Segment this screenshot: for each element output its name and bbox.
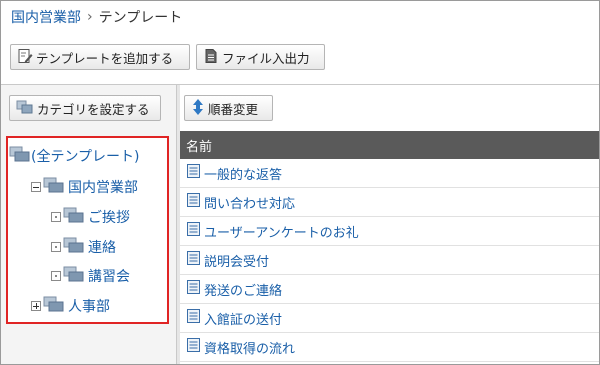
file-io-label: ファイル入出力 (222, 50, 310, 66)
folder-icon (9, 146, 31, 166)
folder-icon (63, 266, 85, 286)
folder-icon (43, 177, 65, 197)
tree-item-label: 連絡 (88, 240, 116, 256)
column-header-label: 名前 (186, 139, 213, 155)
leaf-toggle-icon (51, 271, 61, 281)
set-category-label: カテゴリを設定する (37, 101, 150, 117)
tree-item-hr[interactable]: 人事部 (31, 296, 110, 316)
tree-item-contact[interactable]: 連絡 (51, 237, 116, 257)
column-header-name[interactable]: 名前 (180, 131, 599, 159)
tree-item-domestic-sales[interactable]: 国内営業部 (31, 177, 138, 197)
tree-item-label: ご挨拶 (88, 210, 130, 226)
breadcrumb: 国内営業部 › テンプレート (11, 7, 182, 27)
leaf-toggle-icon (51, 212, 61, 222)
sort-arrows-icon (191, 98, 205, 119)
app-window: 国内営業部 › テンプレート テンプレートを追加する ファイル入出力 カテゴリを… (0, 0, 600, 365)
breadcrumb-current: テンプレート (98, 10, 183, 26)
template-document-icon (186, 250, 201, 270)
tree-item-root[interactable]: (全テンプレート) (9, 146, 140, 166)
tree-item-label: 講習会 (88, 269, 130, 285)
leaf-toggle-icon (51, 242, 61, 252)
tree-item-greetings[interactable]: ご挨拶 (51, 207, 130, 227)
template-name-link[interactable]: 入館証の送付 (204, 309, 282, 328)
reorder-label: 順番変更 (208, 101, 259, 117)
template-list-pane: 順番変更 名前 一般的な返答 問い合わせ対応ユーザーアンケートのお礼 説明会受付発送… (180, 85, 599, 364)
category-tree: (全テンプレート) 国内営業部 ご挨拶 連絡 講習会 人事部 (6, 136, 169, 324)
template-name-link[interactable]: 一般的な返答 (204, 164, 282, 183)
expand-toggle-icon[interactable] (31, 301, 41, 311)
template-row[interactable]: 問い合わせ対応 (180, 188, 599, 217)
template-row[interactable]: 資格取得の流れ (180, 333, 599, 362)
folder-icon (43, 296, 65, 316)
template-name-link[interactable]: 説明会受付 (204, 251, 269, 270)
folder-icon (63, 237, 85, 257)
collapse-toggle-icon[interactable] (31, 182, 41, 192)
template-name-link[interactable]: ユーザーアンケートのお礼 (204, 222, 359, 241)
add-template-button[interactable]: テンプレートを追加する (10, 44, 190, 70)
file-io-button[interactable]: ファイル入出力 (196, 44, 325, 70)
template-document-icon (186, 221, 201, 241)
document-icon (203, 48, 219, 67)
template-row[interactable]: 一般的な返答 (180, 159, 599, 188)
folder-stack-icon (16, 99, 34, 118)
tree-item-seminar[interactable]: 講習会 (51, 266, 130, 286)
breadcrumb-separator: › (87, 9, 93, 25)
template-document-icon (186, 279, 201, 299)
add-template-label: テンプレートを追加する (36, 50, 174, 66)
template-name-link[interactable]: 問い合わせ対応 (204, 193, 295, 212)
set-category-button[interactable]: カテゴリを設定する (9, 95, 161, 121)
template-name-link[interactable]: 資格取得の流れ (204, 338, 295, 357)
category-pane: カテゴリを設定する (全テンプレート) 国内営業部 ご挨拶 連絡 講習会 人事部 (1, 85, 177, 364)
tree-item-label: 国内営業部 (68, 180, 138, 196)
edit-icon (17, 48, 33, 67)
template-row[interactable]: ユーザーアンケートのお礼 (180, 217, 599, 246)
template-document-icon (186, 192, 201, 212)
template-document-icon (186, 308, 201, 328)
template-row[interactable]: 発送のご連絡 (180, 275, 599, 304)
folder-icon (63, 207, 85, 227)
breadcrumb-parent-link[interactable]: 国内営業部 (11, 7, 81, 27)
tree-item-label: 人事部 (68, 299, 110, 315)
template-row[interactable]: 入館証の送付 (180, 304, 599, 333)
template-document-icon (186, 337, 201, 357)
template-row[interactable]: 説明会受付 (180, 246, 599, 275)
template-document-icon (186, 163, 201, 183)
template-name-link[interactable]: 発送のご連絡 (204, 280, 282, 299)
reorder-button[interactable]: 順番変更 (184, 95, 273, 121)
tree-item-label: (全テンプレート) (31, 149, 140, 165)
